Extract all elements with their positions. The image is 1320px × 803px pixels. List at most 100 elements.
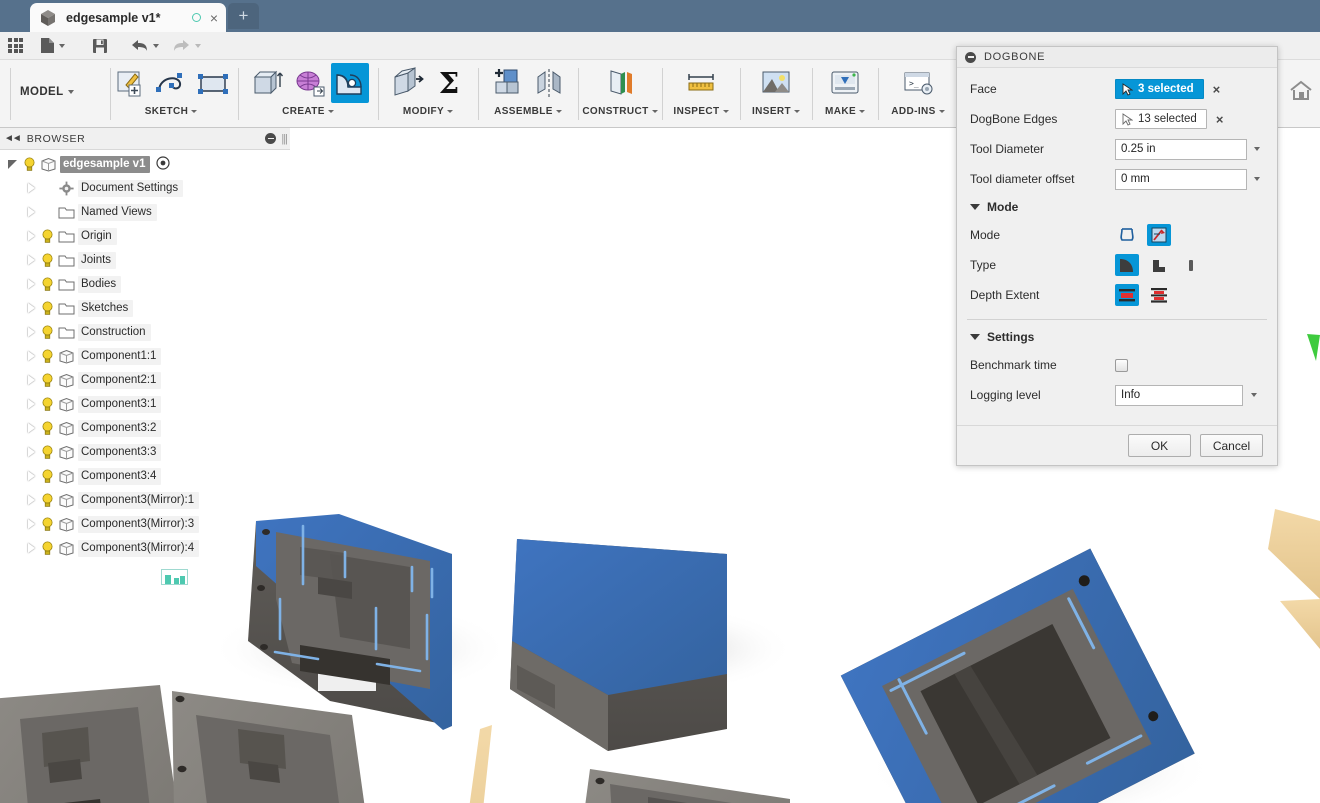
spline-icon[interactable] — [152, 63, 190, 103]
tree-item-construction[interactable]: Construction — [0, 320, 290, 344]
insert-image-icon[interactable] — [757, 63, 795, 103]
minus-circle-icon[interactable] — [965, 51, 976, 63]
dialog-header[interactable]: DOGBONE — [957, 47, 1277, 68]
panel-create-label[interactable]: CREATE — [240, 106, 376, 117]
panel-collapse-icon[interactable]: ◄◄ — [4, 133, 22, 144]
visibility-bulb-icon[interactable] — [41, 277, 54, 292]
expand-arrow-icon[interactable] — [28, 543, 35, 553]
panel-sketch-label[interactable]: SKETCH — [112, 106, 230, 117]
rectangle-icon[interactable] — [194, 63, 232, 103]
tree-item-document-settings[interactable]: Document Settings — [0, 176, 290, 200]
face-selection-button[interactable]: 3 selected — [1115, 79, 1204, 99]
visibility-bulb-icon[interactable] — [41, 445, 54, 460]
redo-button[interactable] — [172, 32, 201, 59]
ok-button[interactable]: OK — [1128, 434, 1191, 457]
visibility-bulb-icon[interactable] — [41, 373, 54, 388]
expand-arrow-icon[interactable] — [28, 519, 35, 529]
workspace-switcher[interactable]: MODEL — [20, 86, 74, 98]
tree-item-sketches[interactable]: Sketches — [0, 296, 290, 320]
tree-item-component3-mirror-3[interactable]: Component3(Mirror):3 — [0, 512, 290, 536]
expand-arrow-icon[interactable] — [28, 207, 35, 217]
visibility-bulb-icon[interactable] — [41, 493, 54, 508]
app-grid-button[interactable] — [8, 32, 23, 59]
normal-mode-icon[interactable] — [1147, 224, 1171, 246]
expand-arrow-icon[interactable] — [28, 255, 35, 265]
tree-item-component3-2[interactable]: Component3:2 — [0, 416, 290, 440]
expand-arrow-icon[interactable] — [28, 399, 35, 409]
tool-offset-input[interactable]: 0 mm — [1115, 168, 1248, 190]
dogbone-icon[interactable] — [331, 63, 369, 103]
from-selected-face-icon[interactable] — [1115, 284, 1139, 306]
visibility-bulb-icon[interactable] — [41, 397, 54, 412]
normal-dogbone-icon[interactable] — [1179, 254, 1203, 276]
minus-circle-icon[interactable] — [265, 133, 277, 144]
face-clear-button[interactable]: × — [1213, 82, 1221, 97]
edges-selection-button[interactable]: 13 selected — [1115, 109, 1207, 129]
new-component-icon[interactable] — [488, 63, 526, 103]
panel-inspect-label[interactable]: INSPECT — [664, 106, 738, 117]
tree-item-joints[interactable]: Joints — [0, 248, 290, 272]
offset-plane-icon[interactable] — [601, 63, 639, 103]
measure-icon[interactable] — [682, 63, 720, 103]
benchmark-checkbox[interactable] — [1115, 358, 1128, 372]
tree-item-bodies[interactable]: Bodies — [0, 272, 290, 296]
visibility-bulb-icon[interactable] — [41, 349, 54, 364]
new-file-button[interactable] — [40, 32, 65, 59]
sigma-icon[interactable]: Σ — [430, 63, 468, 103]
edges-clear-button[interactable]: × — [1216, 112, 1224, 127]
undo-button[interactable] — [130, 32, 159, 59]
panel-addins-label[interactable]: ADD-INS — [880, 106, 956, 117]
tree-item-component3-4[interactable]: Component3:4 — [0, 464, 290, 488]
visibility-bulb-icon[interactable] — [23, 157, 36, 172]
3d-print-icon[interactable] — [826, 63, 864, 103]
chevron-down-icon[interactable] — [67, 90, 74, 94]
chevron-down-icon[interactable] — [59, 43, 65, 48]
chevron-down-icon[interactable] — [153, 43, 159, 48]
visibility-bulb-icon[interactable] — [41, 517, 54, 532]
tree-item-component1-1[interactable]: Component1:1 — [0, 344, 290, 368]
cancel-button[interactable]: Cancel — [1200, 434, 1263, 457]
extrude-icon[interactable] — [247, 63, 285, 103]
new-tab-button[interactable]: + — [228, 3, 259, 29]
visibility-bulb-icon[interactable] — [41, 301, 54, 316]
panel-make-label[interactable]: MAKE — [814, 106, 876, 117]
tool-diameter-input[interactable]: 0.25 in — [1115, 138, 1248, 160]
mesh-icon[interactable] — [289, 63, 327, 103]
mode-section-header[interactable]: Mode — [957, 194, 1277, 220]
mortise-dogbone-icon[interactable] — [1147, 254, 1171, 276]
mirror-icon[interactable] — [530, 63, 568, 103]
visibility-bulb-icon[interactable] — [41, 253, 54, 268]
close-icon[interactable]: × — [210, 11, 218, 25]
tree-item-component3-mirror-1[interactable]: Component3(Mirror):1 — [0, 488, 290, 512]
expand-arrow-icon[interactable] — [28, 351, 35, 361]
tree-item-component3-mirror-4[interactable]: Component3(Mirror):4 — [0, 536, 290, 560]
activate-component-icon[interactable] — [156, 155, 171, 173]
chevron-down-icon[interactable] — [195, 43, 201, 48]
save-button[interactable] — [92, 32, 108, 59]
settings-section-header[interactable]: Settings — [957, 324, 1277, 350]
tool-diameter-dropdown[interactable] — [1247, 139, 1263, 160]
expand-arrow-icon[interactable] — [28, 231, 35, 241]
visibility-bulb-icon[interactable] — [41, 229, 54, 244]
expand-arrow-icon[interactable] — [28, 375, 35, 385]
create-sketch-icon[interactable] — [110, 63, 148, 103]
expand-arrow-icon[interactable] — [28, 183, 35, 193]
expand-arrow-icon[interactable] — [28, 327, 35, 337]
expand-arrow-icon[interactable] — [28, 279, 35, 289]
visibility-bulb-icon[interactable] — [41, 421, 54, 436]
minimal-dogbone-icon[interactable] — [1115, 254, 1139, 276]
expand-arrow-icon[interactable] — [28, 495, 35, 505]
expand-arrow-icon[interactable] — [28, 447, 35, 457]
resize-grip-icon[interactable]: ||| — [281, 133, 288, 145]
expand-arrow-icon[interactable] — [28, 303, 35, 313]
panel-modify-label[interactable]: MODIFY — [380, 106, 476, 117]
expand-arrow-icon[interactable] — [28, 471, 35, 481]
panel-assemble-label[interactable]: ASSEMBLE — [480, 106, 576, 117]
visibility-bulb-icon[interactable] — [41, 469, 54, 484]
tree-item-edgesample-v1[interactable]: edgesample v1 — [0, 152, 290, 176]
scripts-addins-icon[interactable]: >_ — [899, 63, 937, 103]
tool-offset-dropdown[interactable] — [1247, 169, 1263, 190]
document-tab[interactable]: edgesample v1* × — [30, 3, 226, 32]
expand-arrow-icon[interactable] — [28, 423, 35, 433]
tree-item-named-views[interactable]: Named Views — [0, 200, 290, 224]
